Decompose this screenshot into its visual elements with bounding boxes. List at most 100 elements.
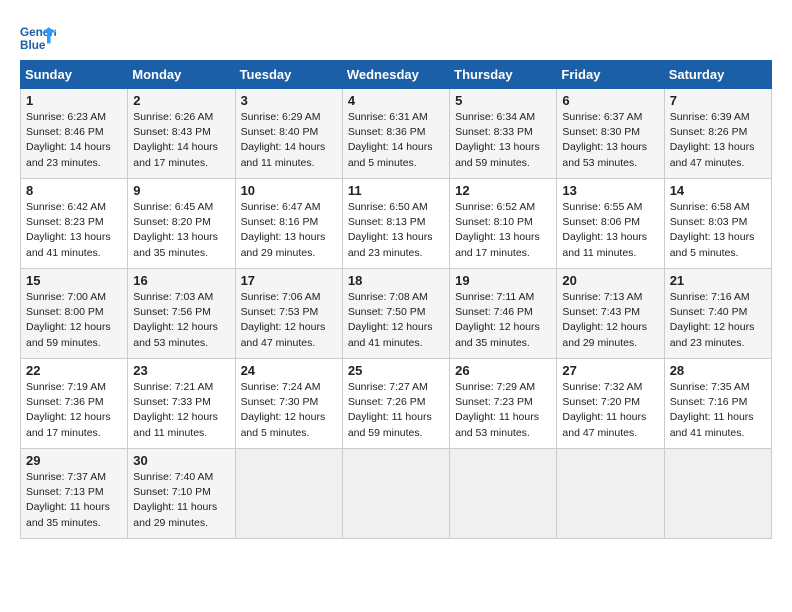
col-header-friday: Friday bbox=[557, 61, 664, 89]
day-number: 7 bbox=[670, 93, 766, 108]
day-number: 4 bbox=[348, 93, 444, 108]
day-cell-2: 2 Sunrise: 6:26 AMSunset: 8:43 PMDaylight… bbox=[128, 89, 235, 179]
day-cell-25: 25 Sunrise: 7:27 AMSunset: 7:26 PMDayligh… bbox=[342, 359, 449, 449]
day-detail: Sunrise: 7:27 AMSunset: 7:26 PMDaylight:… bbox=[348, 380, 444, 441]
day-detail: Sunrise: 7:06 AMSunset: 7:53 PMDaylight:… bbox=[241, 290, 337, 351]
empty-cell bbox=[557, 449, 664, 539]
day-number: 29 bbox=[26, 453, 122, 468]
col-header-wednesday: Wednesday bbox=[342, 61, 449, 89]
day-detail: Sunrise: 7:35 AMSunset: 7:16 PMDaylight:… bbox=[670, 380, 766, 441]
day-detail: Sunrise: 6:23 AMSunset: 8:46 PMDaylight:… bbox=[26, 110, 122, 171]
logo-icon: General Blue bbox=[20, 20, 56, 56]
day-cell-19: 19Sunrise: 7:11 AMSunset: 7:46 PMDayligh… bbox=[450, 269, 557, 359]
day-detail: Sunrise: 6:55 AMSunset: 8:06 PMDaylight:… bbox=[562, 200, 658, 261]
day-detail: Sunrise: 7:40 AMSunset: 7:10 PMDaylight:… bbox=[133, 470, 229, 531]
day-detail: Sunrise: 7:13 AMSunset: 7:43 PMDaylight:… bbox=[562, 290, 658, 351]
day-detail: Sunrise: 6:45 AMSunset: 8:20 PMDaylight:… bbox=[133, 200, 229, 261]
day-number: 26 bbox=[455, 363, 551, 378]
col-header-saturday: Saturday bbox=[664, 61, 771, 89]
day-cell-14: 14 Sunrise: 6:58 AMSunset: 8:03 PMDayligh… bbox=[664, 179, 771, 269]
day-cell-30: 30 Sunrise: 7:40 AMSunset: 7:10 PMDayligh… bbox=[128, 449, 235, 539]
calendar-table: SundayMondayTuesdayWednesdayThursdayFrid… bbox=[20, 60, 772, 539]
day-cell-17: 17 Sunrise: 7:06 AMSunset: 7:53 PMDayligh… bbox=[235, 269, 342, 359]
day-detail: Sunrise: 7:00 AMSunset: 8:00 PMDaylight:… bbox=[26, 290, 122, 351]
empty-cell bbox=[342, 449, 449, 539]
day-detail: Sunrise: 6:34 AMSunset: 8:33 PMDaylight:… bbox=[455, 110, 551, 171]
day-detail: Sunrise: 6:50 AMSunset: 8:13 PMDaylight:… bbox=[348, 200, 444, 261]
day-number: 19 bbox=[455, 273, 551, 288]
day-cell-21: 21 Sunrise: 7:16 AMSunset: 7:40 PMDayligh… bbox=[664, 269, 771, 359]
col-header-thursday: Thursday bbox=[450, 61, 557, 89]
day-number: 10 bbox=[241, 183, 337, 198]
day-number: 15 bbox=[26, 273, 122, 288]
day-cell-6: 6 Sunrise: 6:37 AMSunset: 8:30 PMDaylight… bbox=[557, 89, 664, 179]
day-detail: Sunrise: 6:29 AMSunset: 8:40 PMDaylight:… bbox=[241, 110, 337, 171]
day-cell-29: 29 Sunrise: 7:37 AMSunset: 7:13 PMDayligh… bbox=[21, 449, 128, 539]
day-detail: Sunrise: 6:31 AMSunset: 8:36 PMDaylight:… bbox=[348, 110, 444, 171]
day-cell-26: 26 Sunrise: 7:29 AMSunset: 7:23 PMDayligh… bbox=[450, 359, 557, 449]
day-detail: Sunrise: 6:58 AMSunset: 8:03 PMDaylight:… bbox=[670, 200, 766, 261]
day-cell-10: 10 Sunrise: 6:47 AMSunset: 8:16 PMDayligh… bbox=[235, 179, 342, 269]
day-number: 28 bbox=[670, 363, 766, 378]
day-cell-8: 8 Sunrise: 6:42 AMSunset: 8:23 PMDaylight… bbox=[21, 179, 128, 269]
day-number: 21 bbox=[670, 273, 766, 288]
day-detail: Sunrise: 7:03 AMSunset: 7:56 PMDaylight:… bbox=[133, 290, 229, 351]
day-detail: Sunrise: 7:37 AMSunset: 7:13 PMDaylight:… bbox=[26, 470, 122, 531]
empty-cell bbox=[235, 449, 342, 539]
day-cell-11: 11 Sunrise: 6:50 AMSunset: 8:13 PMDayligh… bbox=[342, 179, 449, 269]
day-cell-22: 22 Sunrise: 7:19 AMSunset: 7:36 PMDayligh… bbox=[21, 359, 128, 449]
day-detail: Sunrise: 6:37 AMSunset: 8:30 PMDaylight:… bbox=[562, 110, 658, 171]
day-detail: Sunrise: 6:52 AMSunset: 8:10 PMDaylight:… bbox=[455, 200, 551, 261]
day-number: 13 bbox=[562, 183, 658, 198]
day-number: 23 bbox=[133, 363, 229, 378]
day-cell-28: 28 Sunrise: 7:35 AMSunset: 7:16 PMDayligh… bbox=[664, 359, 771, 449]
day-number: 8 bbox=[26, 183, 122, 198]
logo: General Blue bbox=[20, 20, 58, 56]
day-cell-4: 4 Sunrise: 6:31 AMSunset: 8:36 PMDaylight… bbox=[342, 89, 449, 179]
day-cell-3: 3Sunrise: 6:29 AMSunset: 8:40 PMDaylight… bbox=[235, 89, 342, 179]
day-number: 24 bbox=[241, 363, 337, 378]
day-number: 12 bbox=[455, 183, 551, 198]
day-detail: Sunrise: 6:39 AMSunset: 8:26 PMDaylight:… bbox=[670, 110, 766, 171]
day-number: 11 bbox=[348, 183, 444, 198]
day-detail: Sunrise: 7:21 AMSunset: 7:33 PMDaylight:… bbox=[133, 380, 229, 441]
col-header-monday: Monday bbox=[128, 61, 235, 89]
day-cell-20: 20 Sunrise: 7:13 AMSunset: 7:43 PMDayligh… bbox=[557, 269, 664, 359]
day-number: 14 bbox=[670, 183, 766, 198]
day-number: 5 bbox=[455, 93, 551, 108]
day-cell-15: 15 Sunrise: 7:00 AMSunset: 8:00 PMDayligh… bbox=[21, 269, 128, 359]
day-cell-16: 16 Sunrise: 7:03 AMSunset: 7:56 PMDayligh… bbox=[128, 269, 235, 359]
day-number: 6 bbox=[562, 93, 658, 108]
day-cell-18: 18 Sunrise: 7:08 AMSunset: 7:50 PMDayligh… bbox=[342, 269, 449, 359]
day-cell-5: 5 Sunrise: 6:34 AMSunset: 8:33 PMDaylight… bbox=[450, 89, 557, 179]
day-number: 18 bbox=[348, 273, 444, 288]
day-number: 25 bbox=[348, 363, 444, 378]
col-header-sunday: Sunday bbox=[21, 61, 128, 89]
day-detail: Sunrise: 6:26 AMSunset: 8:43 PMDaylight:… bbox=[133, 110, 229, 171]
day-cell-7: 7 Sunrise: 6:39 AMSunset: 8:26 PMDaylight… bbox=[664, 89, 771, 179]
day-number: 30 bbox=[133, 453, 229, 468]
day-number: 17 bbox=[241, 273, 337, 288]
svg-text:Blue: Blue bbox=[20, 39, 46, 52]
day-detail: Sunrise: 6:47 AMSunset: 8:16 PMDaylight:… bbox=[241, 200, 337, 261]
col-header-tuesday: Tuesday bbox=[235, 61, 342, 89]
day-detail: Sunrise: 7:08 AMSunset: 7:50 PMDaylight:… bbox=[348, 290, 444, 351]
day-number: 20 bbox=[562, 273, 658, 288]
day-number: 1 bbox=[26, 93, 122, 108]
day-cell-27: 27Sunrise: 7:32 AMSunset: 7:20 PMDayligh… bbox=[557, 359, 664, 449]
day-detail: Sunrise: 7:16 AMSunset: 7:40 PMDaylight:… bbox=[670, 290, 766, 351]
empty-cell bbox=[664, 449, 771, 539]
day-number: 2 bbox=[133, 93, 229, 108]
day-cell-24: 24 Sunrise: 7:24 AMSunset: 7:30 PMDayligh… bbox=[235, 359, 342, 449]
day-detail: Sunrise: 6:42 AMSunset: 8:23 PMDaylight:… bbox=[26, 200, 122, 261]
day-detail: Sunrise: 7:24 AMSunset: 7:30 PMDaylight:… bbox=[241, 380, 337, 441]
day-detail: Sunrise: 7:19 AMSunset: 7:36 PMDaylight:… bbox=[26, 380, 122, 441]
day-cell-23: 23 Sunrise: 7:21 AMSunset: 7:33 PMDayligh… bbox=[128, 359, 235, 449]
day-cell-1: 1 Sunrise: 6:23 AMSunset: 8:46 PMDaylight… bbox=[21, 89, 128, 179]
day-number: 22 bbox=[26, 363, 122, 378]
day-cell-13: 13 Sunrise: 6:55 AMSunset: 8:06 PMDayligh… bbox=[557, 179, 664, 269]
day-number: 16 bbox=[133, 273, 229, 288]
empty-cell bbox=[450, 449, 557, 539]
day-detail: Sunrise: 7:29 AMSunset: 7:23 PMDaylight:… bbox=[455, 380, 551, 441]
day-number: 27 bbox=[562, 363, 658, 378]
